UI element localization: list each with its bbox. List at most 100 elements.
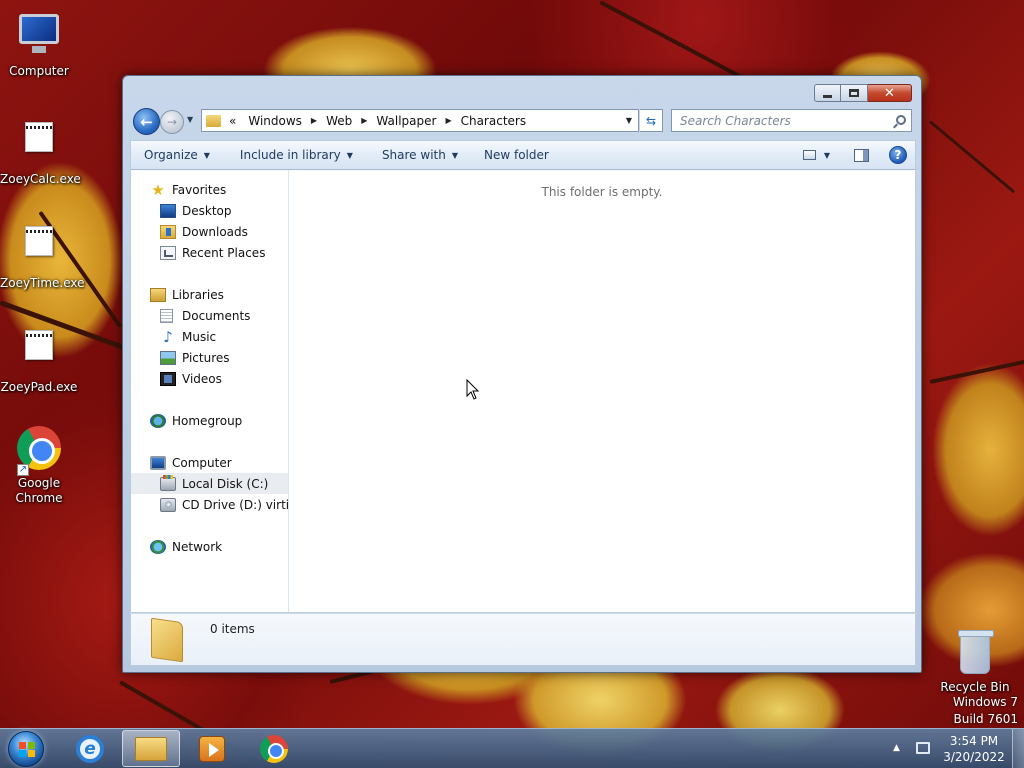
taskbar-windows-explorer[interactable] [122, 730, 180, 767]
nav-label: Desktop [182, 203, 232, 218]
libraries-icon [150, 287, 166, 302]
media-player-icon [199, 735, 225, 762]
organize-button[interactable]: Organize ▼ [131, 148, 219, 162]
nav-item-music[interactable]: ♪ Music [160, 326, 216, 347]
music-icon: ♪ [163, 327, 173, 346]
desktop-icon-label: Computer [9, 64, 69, 78]
taskbar-clock[interactable]: 3:54 PM 3/20/2022 [940, 733, 1008, 765]
pictures-icon [160, 350, 176, 365]
taskbar: e ▲ 3:54 PM 3/20/2022 [0, 728, 1024, 768]
explorer-window[interactable]: ✕ ← → ▼ « Windows ▶ Web ▶ Wallpaper ▶ Ch… [122, 75, 922, 673]
exe-icon [15, 226, 63, 274]
back-button[interactable]: ← [133, 108, 160, 135]
nav-item-downloads[interactable]: Downloads [160, 221, 248, 242]
address-bar[interactable]: « Windows ▶ Web ▶ Wallpaper ▶ Characters… [201, 109, 639, 132]
new-folder-button[interactable]: New folder [467, 148, 558, 162]
network-icon [150, 539, 166, 554]
taskbar-chrome[interactable] [245, 730, 303, 767]
watermark-build: Build 7601 [953, 712, 1018, 726]
file-list-pane[interactable]: This folder is empty. [289, 170, 915, 612]
command-bar: Organize ▼ Include in library ▼ Share wi… [130, 140, 916, 170]
recent-pages-button[interactable]: ▼ [187, 115, 193, 124]
share-with-label: Share with [381, 148, 446, 162]
items-count: 0 items [210, 622, 255, 636]
chevron-right-icon[interactable]: ▶ [311, 116, 317, 125]
start-button[interactable] [8, 731, 44, 767]
nav-item-desktop[interactable]: Desktop [160, 200, 232, 221]
local-disk-icon [160, 474, 176, 491]
desktop-icon-computer[interactable]: Computer [0, 8, 78, 79]
navigation-pane[interactable]: ★ Favorites Desktop Downloads Recent Pla… [131, 170, 289, 612]
view-controls: ▼ ? [802, 146, 907, 164]
view-options-dropdown[interactable]: ▼ [824, 151, 830, 160]
nav-label: Libraries [172, 287, 224, 302]
recent-places-icon [160, 245, 176, 260]
chevron-right-icon[interactable]: ▶ [361, 116, 367, 125]
breadcrumb-overflow[interactable]: « [229, 114, 236, 128]
nav-item-network[interactable]: Network [150, 536, 222, 557]
search-input[interactable]: Search Characters [671, 109, 912, 132]
preview-pane-icon[interactable] [854, 148, 869, 162]
clock-time: 3:54 PM [949, 734, 999, 748]
show-desktop-button[interactable] [1012, 729, 1024, 768]
nav-item-videos[interactable]: Videos [160, 368, 222, 389]
nav-item-cd-drive[interactable]: CD Drive (D:) virtio-win [160, 494, 288, 515]
forward-button[interactable]: → [160, 110, 184, 134]
change-view-icon[interactable] [802, 150, 816, 160]
nav-label: Downloads [182, 224, 248, 239]
nav-item-recent-places[interactable]: Recent Places [160, 242, 265, 263]
documents-icon [160, 308, 173, 323]
breadcrumb-wallpaper[interactable]: Wallpaper [376, 114, 436, 128]
wallpaper-branch [929, 359, 1024, 384]
include-in-library-button[interactable]: Include in library ▼ [219, 148, 362, 162]
refresh-button[interactable]: ⇆ [640, 109, 663, 132]
chevron-down-icon: ▼ [346, 150, 353, 160]
chrome-icon: ↗ [15, 426, 63, 476]
nav-item-favorites[interactable]: ★ Favorites [150, 179, 226, 200]
computer-icon [150, 455, 166, 470]
explorer-body: ★ Favorites Desktop Downloads Recent Pla… [130, 170, 916, 613]
empty-folder-message: This folder is empty. [541, 185, 663, 199]
close-icon: ✕ [884, 85, 895, 101]
network-tray-icon[interactable] [916, 742, 930, 754]
breadcrumb-characters[interactable]: Characters [461, 114, 527, 128]
chevron-right-icon[interactable]: ▶ [445, 116, 451, 125]
nav-item-local-disk[interactable]: Local Disk (C:) [131, 473, 288, 494]
breadcrumb-windows[interactable]: Windows [248, 114, 302, 128]
clock-date: 3/20/2022 [943, 750, 1005, 764]
help-icon[interactable]: ? [889, 146, 907, 164]
homegroup-icon [150, 413, 166, 428]
minimize-icon [823, 94, 832, 98]
desktop-icon-recycle-bin[interactable]: Recycle Bin [936, 630, 1014, 695]
desktop-icon-zoeypad[interactable]: ZoeyPad.exe [0, 320, 78, 395]
watermark-os: Windows 7 [952, 695, 1018, 709]
desktop-icon-zoeytime[interactable]: ZoeyTime.exe [0, 216, 85, 291]
downloads-icon [160, 224, 176, 239]
desktop-icon-google-chrome[interactable]: ↗ Google Chrome [0, 424, 78, 506]
desktop-icon-zoeycalc[interactable]: ZoeyCalc.exe [0, 112, 81, 187]
nav-item-libraries[interactable]: Libraries [150, 284, 224, 305]
maximize-button[interactable] [841, 84, 868, 102]
caption-buttons: ✕ [814, 84, 912, 102]
nav-item-pictures[interactable]: Pictures [160, 347, 230, 368]
recycle-bin-icon [951, 630, 999, 678]
address-dropdown-button[interactable]: ▼ [620, 110, 638, 131]
nav-label: Pictures [182, 350, 230, 365]
breadcrumb-web[interactable]: Web [326, 114, 352, 128]
exe-icon [15, 330, 63, 378]
folder-icon [151, 617, 183, 663]
share-with-button[interactable]: Share with ▼ [362, 148, 467, 162]
nav-item-homegroup[interactable]: Homegroup [150, 410, 242, 431]
desktop-icon-label: ZoeyTime.exe [0, 276, 85, 290]
search-placeholder: Search Characters [680, 113, 791, 128]
close-button[interactable]: ✕ [868, 84, 912, 102]
search-icon[interactable] [896, 115, 906, 125]
new-folder-label: New folder [484, 148, 549, 162]
details-pane: 0 items [130, 613, 916, 666]
taskbar-media-player[interactable] [183, 730, 241, 767]
nav-item-computer[interactable]: Computer [150, 452, 232, 473]
minimize-button[interactable] [814, 84, 841, 102]
taskbar-internet-explorer[interactable]: e [61, 730, 119, 767]
nav-item-documents[interactable]: Documents [160, 305, 250, 326]
show-hidden-icons-button[interactable]: ▲ [893, 743, 900, 753]
